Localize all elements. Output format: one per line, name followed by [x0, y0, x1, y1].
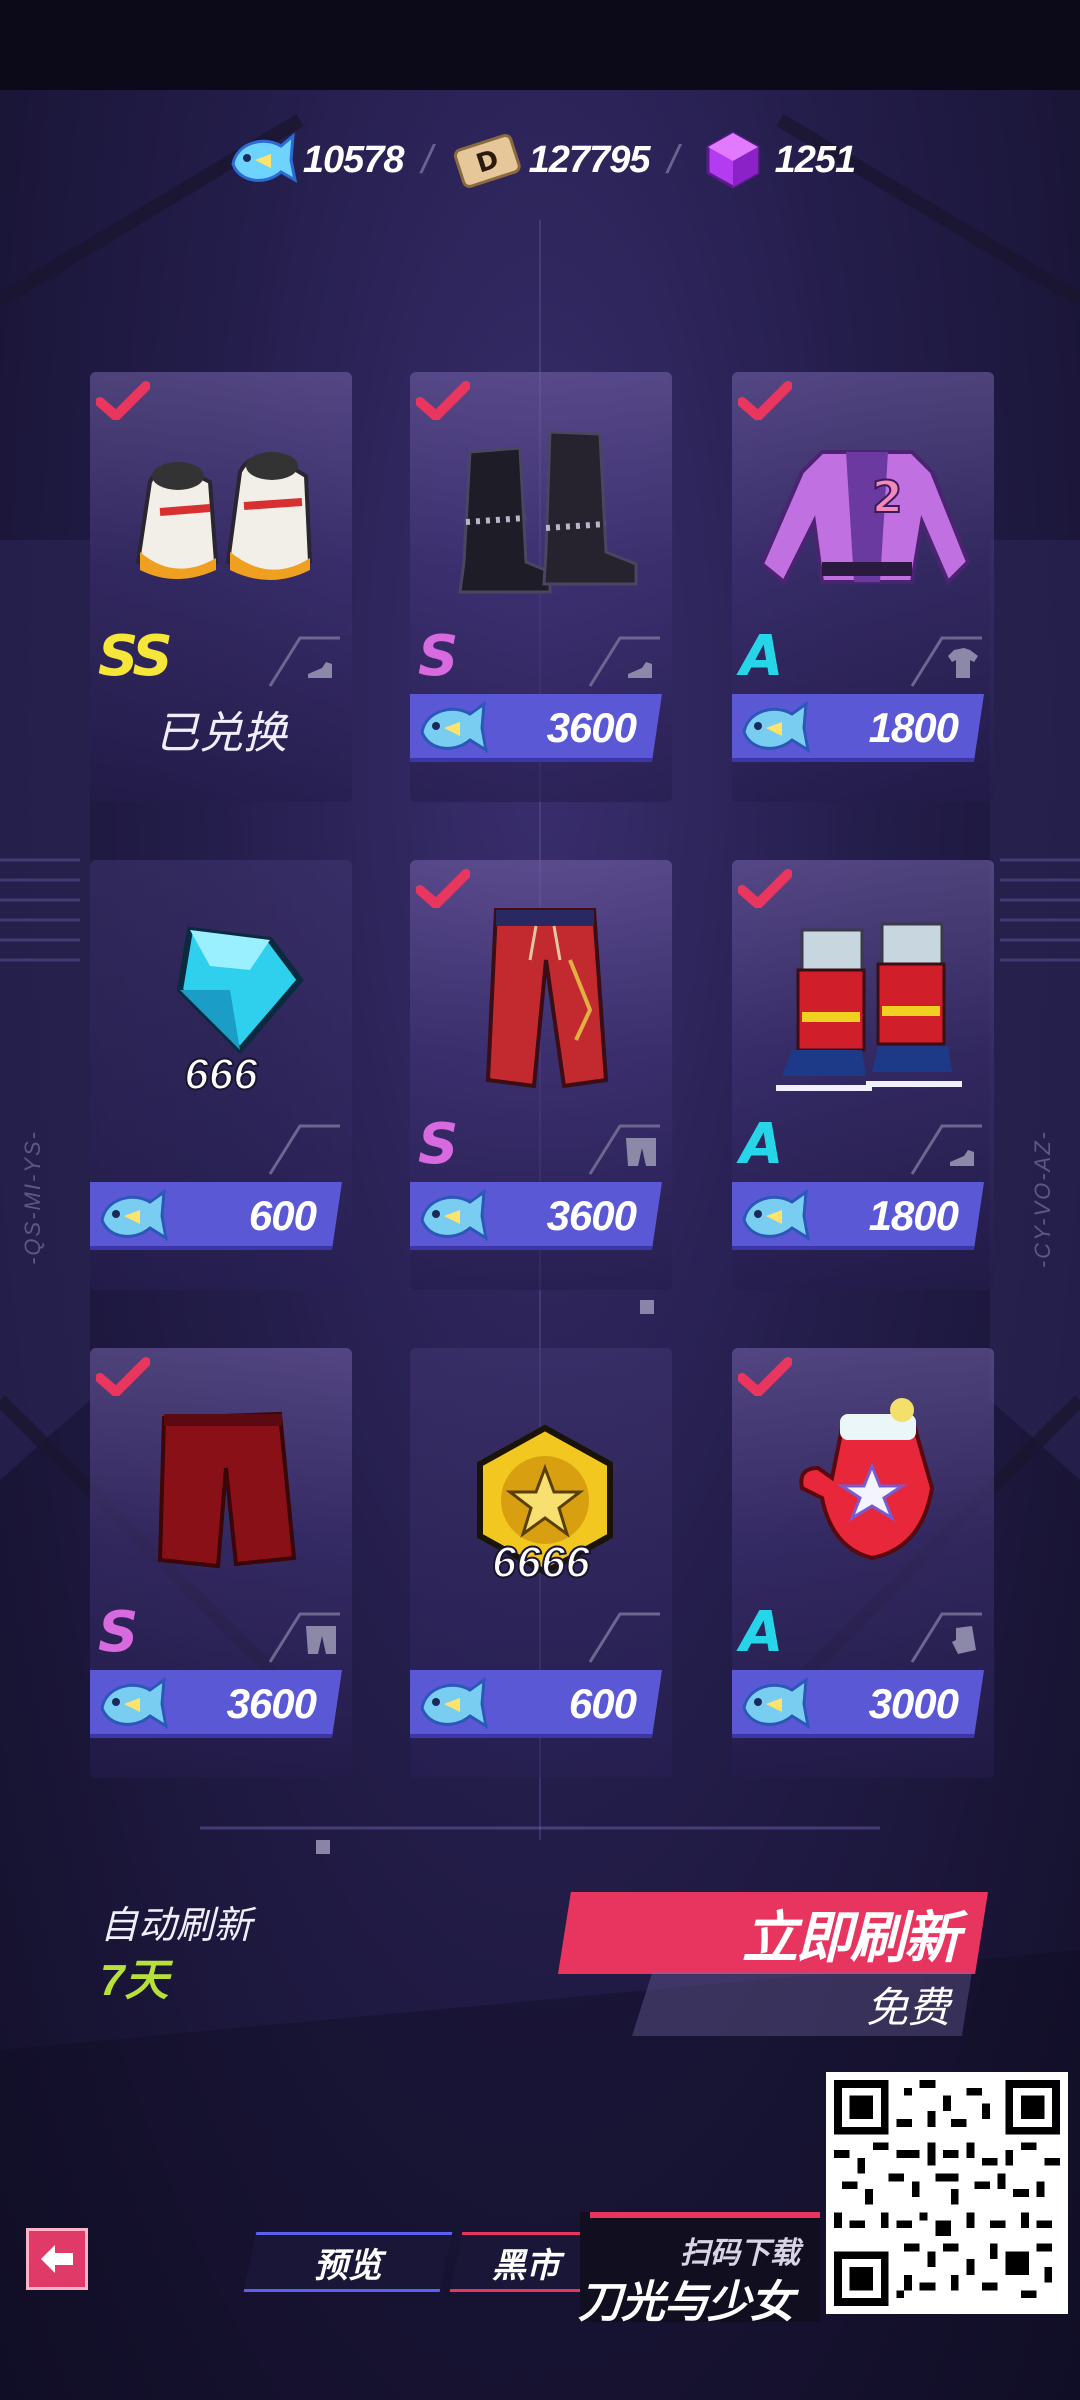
side-label-left: -QS-MI-YS-	[20, 1130, 45, 1265]
price-amount: 3600	[546, 704, 637, 751]
currency-ticket-value: 127795	[528, 138, 651, 181]
rank-badge: S	[418, 1112, 458, 1177]
price-button[interactable]: 1800	[732, 694, 984, 762]
purple-cube-icon	[697, 124, 769, 196]
red-pants-icon	[485, 908, 609, 1089]
white-sneakers-icon	[135, 452, 313, 580]
price-amount: 1800	[868, 704, 959, 751]
currency-separator: /	[421, 137, 433, 182]
currency-ticket: D 127795	[451, 124, 650, 196]
tab-preview-label: 预览	[314, 2246, 382, 2285]
tab-black-market-label: 黑市	[492, 2246, 560, 2285]
redeemed-status: 已兑换	[155, 709, 287, 758]
shoes-slot-icon	[268, 636, 340, 687]
fish-coin-icon	[742, 1188, 811, 1242]
tab-preview[interactable]: 预览	[243, 2232, 453, 2292]
qr-code	[826, 2072, 1068, 2314]
rank-badge: S	[418, 624, 458, 689]
currency-cube-value: 1251	[774, 138, 857, 181]
red-skates-icon	[776, 922, 962, 1091]
shoes-slot-icon	[910, 1124, 982, 1175]
bottom-slot-icon	[268, 1612, 340, 1663]
d-ticket-icon: D	[451, 124, 523, 196]
red-shorts-icon	[157, 1411, 297, 1569]
price-button[interactable]: 600	[410, 1670, 662, 1738]
item-quantity: 6666	[491, 1537, 591, 1588]
price-button[interactable]: 1800	[732, 1182, 984, 1250]
rank-badge: SS	[98, 624, 173, 689]
fish-coin-icon	[100, 1188, 169, 1242]
bottom-slot-icon	[588, 1124, 660, 1175]
price-amount: 3600	[546, 1192, 637, 1239]
black-boots-icon	[458, 430, 638, 594]
price-amount: 3600	[226, 1680, 317, 1727]
purple-jacket-icon: 2	[762, 450, 971, 586]
rank-badge: S	[98, 1600, 138, 1665]
shop-card-black-boots[interactable]: S 3600	[410, 372, 672, 802]
refresh-now-label: 立即刷新	[742, 1905, 960, 1969]
refresh-cost: 免费	[865, 1984, 950, 2031]
fish-coin-icon	[742, 1676, 811, 1730]
currency-separator: /	[667, 137, 679, 182]
shop-card-gold-star-coin[interactable]: 6666 600	[410, 1348, 672, 1778]
shoes-slot-icon	[588, 636, 660, 687]
price-amount: 600	[248, 1192, 317, 1239]
fish-coin-icon	[742, 700, 811, 754]
fish-coin-icon	[100, 1676, 169, 1730]
side-label-right: -CY-VO-AZ-	[1030, 1130, 1055, 1269]
rank-badge: A	[740, 1112, 783, 1177]
price-button[interactable]: 3600	[90, 1670, 342, 1738]
price-amount: 1800	[868, 1192, 959, 1239]
currency-bar: 10578 / D 127795 / 1251	[0, 120, 1080, 200]
promo-banner-accent	[590, 2212, 820, 2218]
shop-card-white-sneakers[interactable]: SS 已兑换	[90, 372, 352, 802]
shop-card-red-shorts[interactable]: S 3600	[90, 1348, 352, 1778]
fish-coin-icon	[420, 700, 489, 754]
currency-fish: 10578	[225, 124, 405, 196]
refresh-now-button[interactable]: 立即刷新	[558, 1892, 988, 1974]
price-button[interactable]: 3600	[410, 1182, 662, 1250]
top-slot-icon	[910, 636, 982, 687]
rank-badge: A	[740, 624, 783, 689]
fish-coin-icon	[420, 1676, 489, 1730]
price-button[interactable]: 3600	[410, 694, 662, 762]
auto-refresh-label: 自动刷新	[100, 1905, 253, 1947]
svg-text:2: 2	[872, 472, 903, 523]
price-amount: 600	[568, 1680, 637, 1727]
shop-card-blue-diamond[interactable]: 666 600	[90, 860, 352, 1290]
price-button[interactable]: 600	[90, 1182, 342, 1250]
currency-fish-value: 10578	[302, 138, 405, 181]
empty-slot-icon	[268, 1124, 340, 1175]
gloves-slot-icon	[910, 1612, 982, 1663]
item-quantity: 666	[183, 1049, 258, 1100]
gold-star-coin-icon	[477, 1424, 613, 1576]
shop-card-red-pants[interactable]: S 3600	[410, 860, 672, 1290]
currency-cube: 1251	[697, 124, 856, 196]
price-button[interactable]: 3000	[732, 1670, 984, 1738]
shop-card-red-mitten[interactable]: A 3000	[732, 1348, 994, 1778]
shop-card-red-skates[interactable]: A 1800	[732, 860, 994, 1290]
fish-coin-icon	[420, 1188, 489, 1242]
rank-badge: A	[740, 1600, 783, 1665]
qr-code-icon	[834, 2080, 1060, 2306]
auto-refresh-days: 7天	[100, 1956, 169, 2005]
shop-card-purple-jacket[interactable]: 2 A 1800	[732, 372, 994, 802]
arrow-left-icon	[41, 2245, 73, 2273]
promo-game-name: 刀光与少女	[578, 2278, 794, 2327]
red-mitten-icon	[799, 1398, 935, 1561]
empty-slot-icon	[588, 1612, 660, 1663]
back-button[interactable]	[26, 2228, 88, 2290]
price-amount: 3000	[868, 1680, 959, 1727]
fish-coin-icon	[225, 124, 297, 196]
